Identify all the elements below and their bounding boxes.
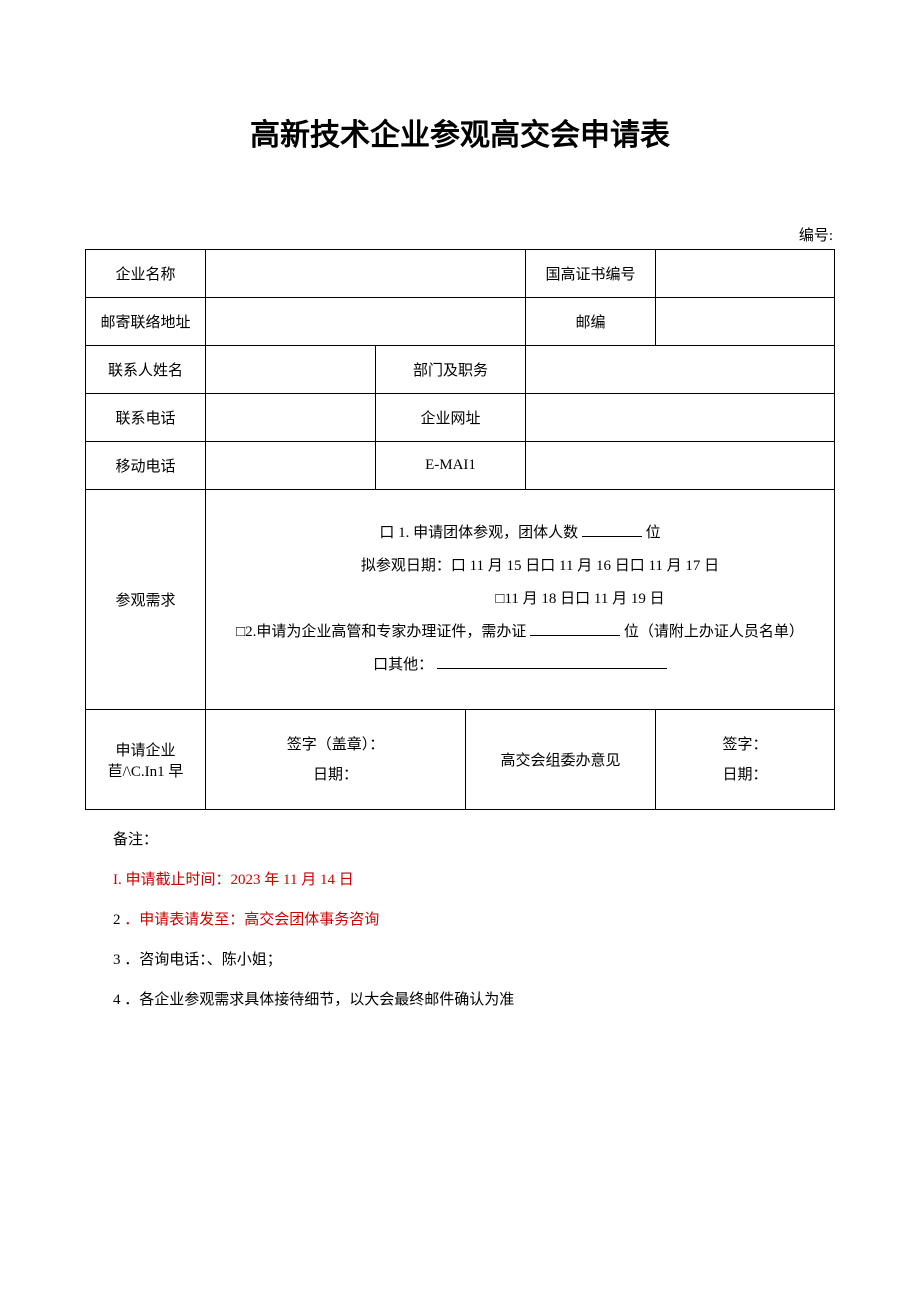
table-row: 企业名称 国高证书编号 xyxy=(86,250,835,298)
blank-cert-count[interactable] xyxy=(530,621,620,636)
table-row: 邮寄联络地址 邮编 xyxy=(86,298,835,346)
notes-header: 备注： xyxy=(113,822,835,858)
notes-section: 备注： I. 申请截止时间：2023 年 11 月 14 日 2 ．申请表请发至… xyxy=(85,822,835,1018)
note-4: 4 ．各企业参观需求具体接待细节，以大会最终邮件确认为准 xyxy=(113,982,835,1018)
label-email: E-MAI1 xyxy=(376,442,526,490)
demand-other-label: 口其他： xyxy=(373,657,433,673)
field-mobile[interactable] xyxy=(206,442,376,490)
demand-opt2-suffix: 位（请附上办证人员名单） xyxy=(624,624,804,640)
demand-dates-line2: □11 月 18 日口 11 月 19 日 xyxy=(212,583,828,616)
field-org-signature[interactable]: 签字： 日期： xyxy=(656,710,835,810)
application-form-table: 企业名称 国高证书编号 邮寄联络地址 邮编 联系人姓名 部门及职务 联系电话 企… xyxy=(85,249,835,810)
label-dept-title: 部门及职务 xyxy=(376,346,526,394)
label-visit-demand: 参观需求 xyxy=(86,490,206,710)
demand-dates-line1: 拟参观日期：口 11 月 15 日口 11 月 16 日口 11 月 17 日 xyxy=(212,550,828,583)
table-row: 移动电话 E-MAI1 xyxy=(86,442,835,490)
demand-opt1-suffix: 位 xyxy=(646,525,661,541)
field-website[interactable] xyxy=(526,394,835,442)
label-company-name: 企业名称 xyxy=(86,250,206,298)
label-postcode: 邮编 xyxy=(526,298,656,346)
label-mailing-address: 邮寄联络地址 xyxy=(86,298,206,346)
label-applicant-opinion: 申请企业 苣/\C.In1 早 xyxy=(86,710,206,810)
table-row: 联系电话 企业网址 xyxy=(86,394,835,442)
note-1: I. 申请截止时间：2023 年 11 月 14 日 xyxy=(113,862,835,898)
note-3: 3 ．咨询电话：、陈小姐； xyxy=(113,942,835,978)
note-2: 2 ．申请表请发至：高交会团体事务咨询 xyxy=(113,902,835,938)
demand-opt2-prefix: □2.申请为企业高管和专家办理证件，需办证 xyxy=(236,624,526,640)
field-dept-title[interactable] xyxy=(526,346,835,394)
label-contact-name: 联系人姓名 xyxy=(86,346,206,394)
table-row: 参观需求 口 1. 申请团体参观，团体人数 位 拟参观日期：口 11 月 15 … xyxy=(86,490,835,710)
field-email[interactable] xyxy=(526,442,835,490)
label-phone: 联系电话 xyxy=(86,394,206,442)
label-cert-no: 国高证书编号 xyxy=(526,250,656,298)
table-row: 联系人姓名 部门及职务 xyxy=(86,346,835,394)
label-org-opinion: 高交会组委办意见 xyxy=(466,710,656,810)
demand-opt1-prefix: 口 1. 申请团体参观，团体人数 xyxy=(379,525,578,541)
field-contact-name[interactable] xyxy=(206,346,376,394)
field-postcode[interactable] xyxy=(656,298,835,346)
table-row: 申请企业 苣/\C.In1 早 签字（盖章）： 日期： 高交会组委办意见 签字：… xyxy=(86,710,835,810)
field-phone[interactable] xyxy=(206,394,376,442)
field-visit-demand[interactable]: 口 1. 申请团体参观，团体人数 位 拟参观日期：口 11 月 15 日口 11… xyxy=(206,490,835,710)
sign-seal-label: 签字（盖章）： xyxy=(212,730,459,760)
label-mobile: 移动电话 xyxy=(86,442,206,490)
date-label: 日期： xyxy=(212,760,459,790)
sign-label: 签字： xyxy=(662,730,828,760)
blank-other[interactable] xyxy=(437,654,667,669)
field-company-name[interactable] xyxy=(206,250,526,298)
field-mailing-address[interactable] xyxy=(206,298,526,346)
date-label: 日期： xyxy=(662,760,828,790)
field-applicant-signature[interactable]: 签字（盖章）： 日期： xyxy=(206,710,466,810)
page-title: 高新技术企业参观高交会申请表 xyxy=(85,110,835,154)
label-website: 企业网址 xyxy=(376,394,526,442)
blank-group-count[interactable] xyxy=(582,522,642,537)
serial-number-label: 编号: xyxy=(85,224,835,245)
field-cert-no[interactable] xyxy=(656,250,835,298)
